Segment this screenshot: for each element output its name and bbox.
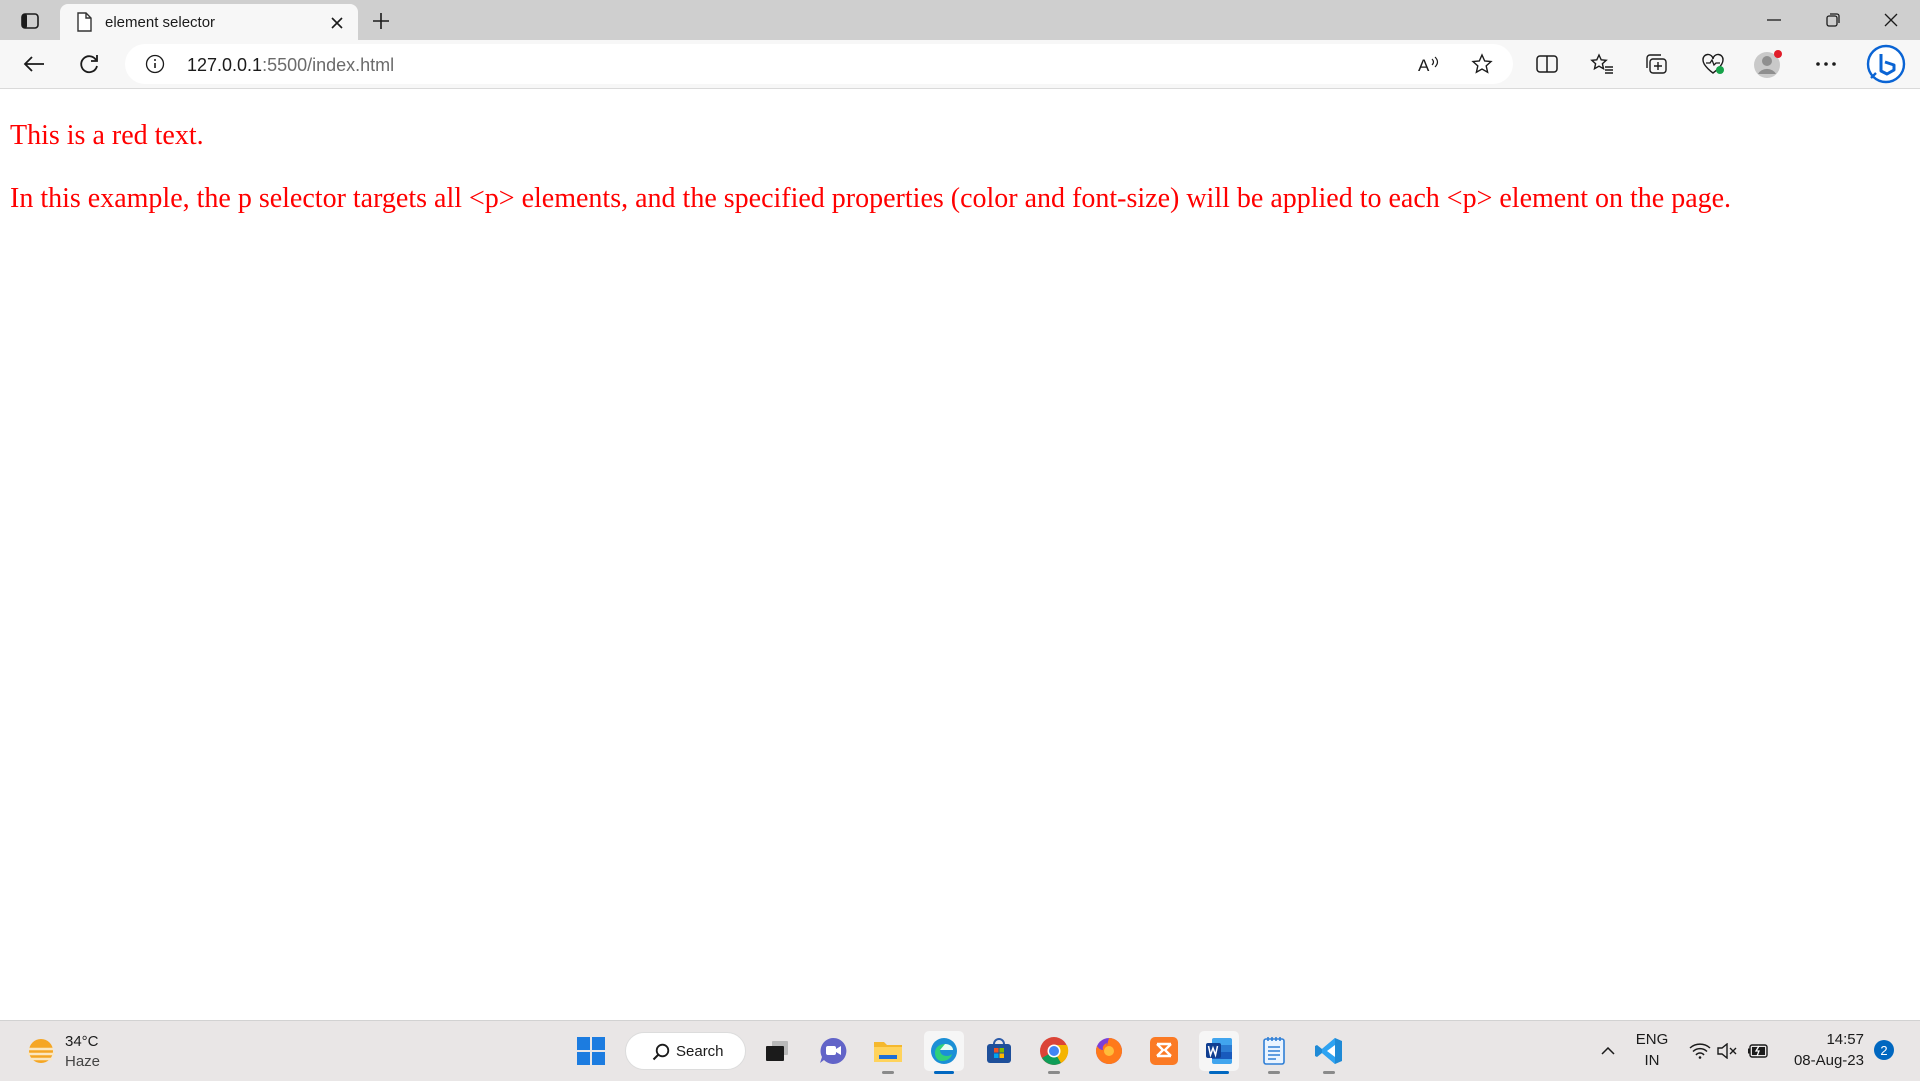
running-indicator bbox=[882, 1071, 894, 1074]
vscode-icon[interactable] bbox=[1309, 1031, 1349, 1074]
xampp-icon[interactable] bbox=[1144, 1031, 1184, 1071]
firefox-icon[interactable] bbox=[1089, 1031, 1129, 1071]
refresh-icon[interactable] bbox=[73, 48, 105, 80]
tab-actions-icon[interactable] bbox=[18, 10, 42, 32]
plus-icon[interactable] bbox=[368, 8, 394, 34]
info-icon[interactable] bbox=[145, 54, 165, 74]
split-screen-icon[interactable] bbox=[1531, 48, 1563, 80]
volume-muted-icon[interactable] bbox=[1716, 1039, 1740, 1063]
language-indicator[interactable]: ENG bbox=[1634, 1031, 1670, 1048]
tab-title: element selector bbox=[105, 14, 216, 31]
profile-icon[interactable] bbox=[1752, 48, 1784, 80]
file-explorer-icon[interactable] bbox=[868, 1031, 908, 1074]
more-icon[interactable] bbox=[1810, 48, 1842, 80]
edge-icon[interactable] bbox=[924, 1031, 964, 1074]
weather-temperature[interactable]: 34°C bbox=[65, 1033, 99, 1050]
browser-essentials-icon[interactable] bbox=[1697, 48, 1729, 80]
address-bar[interactable]: 127.0.0.1:5500/index.html A bbox=[125, 44, 1513, 84]
url-path: :5500/index.html bbox=[262, 55, 395, 75]
start-icon[interactable] bbox=[571, 1031, 611, 1071]
taskbar-search[interactable]: Search bbox=[625, 1032, 746, 1070]
browser-tab[interactable]: element selector bbox=[60, 4, 358, 40]
tab-strip: element selector bbox=[0, 0, 1920, 40]
chrome-icon[interactable] bbox=[1034, 1031, 1074, 1074]
battery-charging-icon[interactable] bbox=[1745, 1039, 1771, 1063]
running-indicator bbox=[1268, 1071, 1280, 1074]
minimize-icon[interactable] bbox=[1751, 6, 1797, 34]
chevron-up-icon[interactable] bbox=[1598, 1039, 1618, 1063]
teams-chat-icon[interactable] bbox=[813, 1031, 853, 1071]
restore-icon[interactable] bbox=[1810, 6, 1856, 34]
clock-time[interactable]: 14:57 bbox=[1780, 1031, 1864, 1048]
running-indicator bbox=[1323, 1071, 1335, 1074]
running-indicator bbox=[1048, 1071, 1060, 1074]
wifi-icon[interactable] bbox=[1688, 1039, 1712, 1063]
task-view-icon[interactable] bbox=[757, 1031, 797, 1071]
notepad-icon[interactable] bbox=[1254, 1031, 1294, 1074]
back-arrow-icon[interactable] bbox=[18, 48, 50, 80]
notification-badge[interactable]: 2 bbox=[1874, 1040, 1894, 1060]
url-text: 127.0.0.1:5500/index.html bbox=[187, 55, 394, 76]
weather-description[interactable]: Haze bbox=[65, 1053, 100, 1070]
region-indicator[interactable]: IN bbox=[1634, 1052, 1670, 1069]
clock-date[interactable]: 08-Aug-23 bbox=[1780, 1052, 1864, 1069]
active-indicator bbox=[1209, 1071, 1229, 1074]
read-aloud-icon[interactable]: A bbox=[1417, 52, 1441, 76]
search-icon bbox=[652, 1043, 670, 1061]
haze-weather-icon[interactable] bbox=[24, 1035, 58, 1069]
paragraph-example: In this example, the p selector targets … bbox=[10, 183, 1732, 214]
collections-icon[interactable] bbox=[1641, 48, 1673, 80]
star-icon[interactable] bbox=[1470, 52, 1494, 76]
page-icon bbox=[76, 12, 92, 32]
close-icon[interactable] bbox=[325, 11, 349, 35]
word-icon[interactable] bbox=[1199, 1031, 1239, 1074]
bing-icon[interactable] bbox=[1866, 44, 1906, 84]
active-indicator bbox=[934, 1071, 954, 1074]
paragraph-red-text: This is a red text. bbox=[10, 120, 204, 151]
search-label: Search bbox=[676, 1043, 724, 1060]
svg-text:A: A bbox=[1418, 56, 1430, 74]
url-host: 127.0.0.1 bbox=[187, 55, 263, 75]
page-content: This is a red text. In this example, the… bbox=[0, 89, 1920, 1019]
taskbar: 34°C Haze Search ENG IN 14:57 08-Aug-23 bbox=[0, 1020, 1920, 1081]
store-icon[interactable] bbox=[979, 1031, 1019, 1071]
browser-toolbar: 127.0.0.1:5500/index.html A bbox=[0, 40, 1920, 89]
favorites-icon[interactable] bbox=[1586, 48, 1618, 80]
close-window-icon[interactable] bbox=[1868, 6, 1914, 34]
